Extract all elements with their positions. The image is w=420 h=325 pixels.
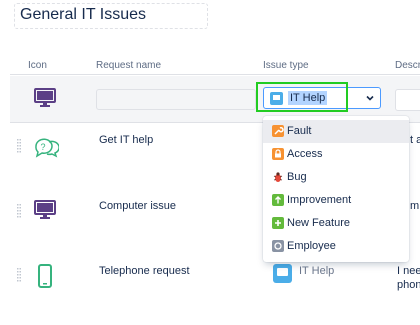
- option-new-feature[interactable]: New Feature: [263, 212, 409, 235]
- phone-icon: [38, 264, 52, 293]
- svg-text:?: ?: [41, 142, 46, 152]
- option-label: Bug: [287, 171, 307, 183]
- person-icon: [272, 240, 284, 252]
- question-bubble-icon: ?: [33, 136, 60, 163]
- drag-handle[interactable]: [17, 139, 21, 155]
- chevron-down-icon: [366, 95, 374, 101]
- plus-icon: [272, 217, 284, 229]
- wrench-icon: [272, 125, 284, 137]
- monitor-icon: [34, 200, 56, 225]
- request-description: t a: [410, 134, 420, 146]
- option-label: Fault: [287, 125, 312, 137]
- lock-icon: [272, 148, 284, 160]
- option-improvement[interactable]: Improvement: [263, 189, 409, 212]
- drag-handle[interactable]: [17, 204, 21, 220]
- option-fault[interactable]: Fault: [263, 120, 409, 143]
- issue-type-dropdown: Fault Access Bug Improvement New Feature…: [263, 116, 409, 262]
- monitor-icon[interactable]: [34, 88, 56, 113]
- highlight-box: [256, 82, 348, 112]
- issue-type-value: IT Help: [299, 265, 335, 277]
- request-name[interactable]: Telephone request: [99, 265, 190, 277]
- column-header-description: Descri: [395, 60, 420, 71]
- option-label: New Feature: [287, 217, 350, 229]
- monitor-icon: [273, 264, 292, 283]
- option-label: Improvement: [287, 194, 352, 206]
- request-name[interactable]: Computer issue: [99, 200, 176, 212]
- request-name-input[interactable]: [96, 89, 256, 110]
- option-employee[interactable]: Employee: [263, 235, 409, 258]
- request-description-line2: phon: [397, 279, 420, 291]
- arrow-up-icon: [272, 194, 284, 206]
- request-description: m: [410, 200, 420, 212]
- option-label: Employee: [287, 240, 336, 252]
- page-title[interactable]: General IT Issues: [20, 6, 146, 24]
- drag-handle[interactable]: [17, 268, 21, 284]
- column-header-issue-type: Issue type: [263, 60, 309, 71]
- request-name[interactable]: Get IT help: [99, 134, 153, 146]
- header-divider: [10, 74, 420, 75]
- bug-icon: [272, 171, 284, 183]
- option-bug[interactable]: Bug: [263, 166, 409, 189]
- column-header-request-name: Request name: [96, 60, 162, 71]
- option-access[interactable]: Access: [263, 143, 409, 166]
- option-label: Access: [287, 148, 323, 160]
- request-description: I nee: [397, 265, 420, 277]
- description-input[interactable]: [395, 89, 420, 111]
- column-header-icon: Icon: [28, 60, 47, 71]
